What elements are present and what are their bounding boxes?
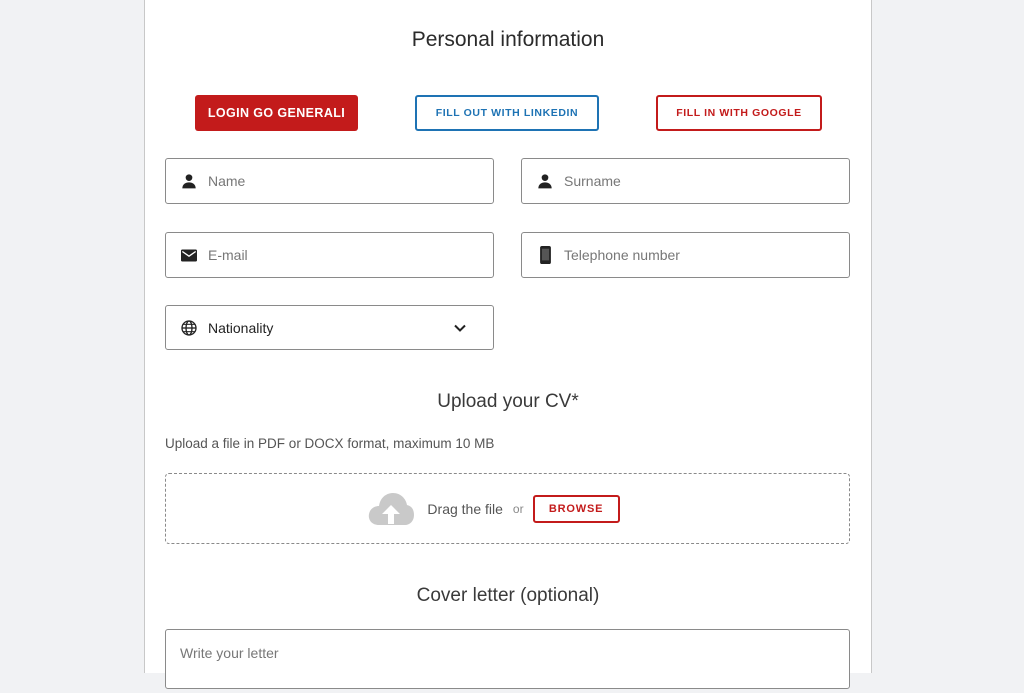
upload-hint-text: Upload a file in PDF or DOCX format, max… — [165, 436, 495, 451]
cover-letter-textarea[interactable] — [166, 630, 849, 688]
or-text: or — [512, 501, 524, 516]
cv-dropzone[interactable]: Drag the file or BROWSE — [165, 473, 850, 544]
login-go-generali-button[interactable]: LOGIN GO GENERALI — [195, 95, 358, 131]
mail-icon — [180, 246, 198, 264]
globe-icon — [180, 319, 198, 337]
person-icon — [180, 172, 198, 190]
section-title-upload-cv: Upload your CV* — [437, 391, 579, 412]
telephone-input[interactable] — [564, 247, 804, 263]
cloud-upload-icon — [367, 491, 415, 527]
phone-icon — [536, 246, 554, 264]
surname-field[interactable] — [521, 158, 850, 204]
surname-input[interactable] — [564, 173, 804, 189]
person-icon — [536, 172, 554, 190]
section-title-cover-letter: Cover letter (optional) — [416, 585, 600, 606]
cover-letter-field[interactable] — [165, 629, 850, 689]
drag-file-text: Drag the file — [427, 500, 503, 517]
email-field[interactable] — [165, 232, 494, 278]
name-field[interactable] — [165, 158, 494, 204]
email-input[interactable] — [208, 247, 448, 263]
fill-with-linkedin-button[interactable]: FILL OUT WITH LINKEDIN — [415, 95, 599, 131]
section-title-personal-information: Personal information — [411, 28, 605, 51]
telephone-field[interactable] — [521, 232, 850, 278]
fill-with-google-button[interactable]: FILL IN WITH GOOGLE — [656, 95, 822, 131]
name-input[interactable] — [208, 173, 448, 189]
nationality-select[interactable]: Nationality — [165, 305, 494, 350]
chevron-down-icon — [453, 321, 467, 335]
application-form-card: Personal information LOGIN GO GENERALI F… — [144, 0, 872, 689]
nationality-selected-value: Nationality — [208, 319, 274, 336]
browse-button[interactable]: BROWSE — [532, 494, 620, 523]
